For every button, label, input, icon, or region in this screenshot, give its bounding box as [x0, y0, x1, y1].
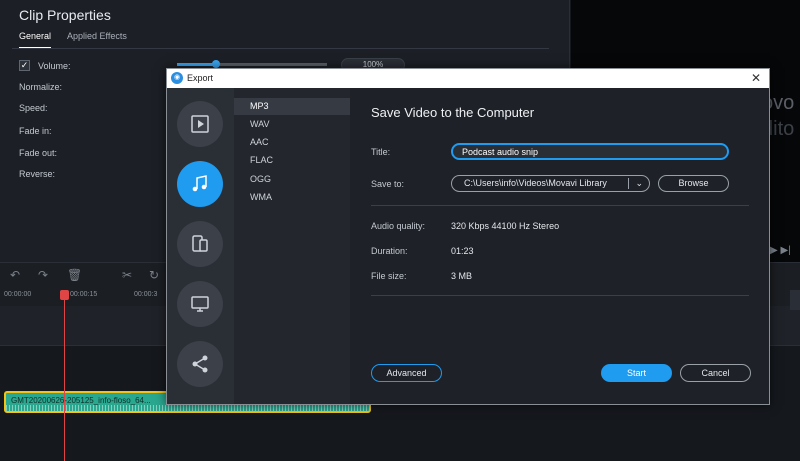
category-devices-button[interactable]: [177, 221, 223, 267]
timeline-scrollbar[interactable]: [790, 290, 800, 310]
audio-quality-label: Audio quality:: [371, 221, 426, 231]
ruler-tick: 00:00:3: [134, 291, 158, 298]
category-tv-button[interactable]: [177, 281, 223, 327]
undo-icon[interactable]: ↶: [10, 268, 20, 282]
tab-applied-effects[interactable]: Applied Effects: [67, 31, 127, 49]
category-audio-button[interactable]: [177, 161, 223, 207]
share-icon: [192, 355, 208, 373]
divider: [12, 48, 549, 49]
volume-label: Volume:: [38, 61, 71, 71]
format-list: MP3 WAV AAC FLAC OGG WMA: [234, 88, 350, 404]
dialog-titlebar: ◉ Export ✕: [167, 69, 769, 88]
category-video-button[interactable]: [177, 101, 223, 147]
ruler-tick: 00:00:00: [4, 291, 32, 298]
rotate-icon[interactable]: ↻: [149, 268, 159, 282]
reverse-label: Reverse:: [19, 169, 56, 179]
format-item-wav[interactable]: WAV: [234, 116, 350, 133]
advanced-button[interactable]: Advanced: [371, 364, 442, 382]
playhead-handle[interactable]: [60, 290, 69, 300]
playhead-line: [64, 290, 65, 461]
next-frame-icon[interactable]: ▶|: [780, 245, 790, 256]
music-note-icon: [192, 175, 207, 192]
start-button[interactable]: Start: [601, 364, 672, 382]
close-icon[interactable]: ✕: [751, 71, 761, 85]
play-icon[interactable]: ▶: [770, 245, 778, 256]
chevron-down-icon: ⌄: [635, 178, 643, 188]
format-item-aac[interactable]: AAC: [234, 134, 350, 151]
export-category-sidebar: [167, 88, 234, 404]
volume-slider-handle[interactable]: [212, 60, 220, 68]
volume-checkbox[interactable]: ✓: [19, 60, 30, 71]
devices-icon: [192, 235, 208, 252]
audio-quality-value: 320 Kbps 44100 Hz Stereo: [451, 221, 560, 231]
fade-in-label: Fade in:: [19, 126, 52, 136]
save-to-label: Save to:: [371, 179, 405, 189]
volume-slider-fill: [177, 63, 216, 66]
tab-general[interactable]: General: [19, 31, 52, 49]
format-item-flac[interactable]: FLAC: [234, 152, 350, 169]
redo-icon[interactable]: ↷: [38, 268, 48, 282]
app-window: Clip Properties General Applied Effects …: [0, 0, 800, 461]
audio-waveform: [6, 405, 369, 411]
duration-label: Duration:: [371, 246, 408, 256]
volume-slider[interactable]: [177, 63, 327, 66]
export-settings: Save Video to the Computer Title: Save t…: [350, 88, 769, 404]
save-to-path: C:\Users\info\Videos\Movavi Library: [464, 178, 607, 188]
file-size-value: 3 MB: [451, 271, 473, 281]
normalize-label: Normalize:: [19, 82, 63, 92]
title-label: Title:: [371, 147, 391, 157]
panel-title: Clip Properties: [19, 7, 111, 23]
dialog-title: Export: [187, 73, 214, 83]
properties-tabs: General Applied Effects: [19, 31, 127, 49]
trash-icon[interactable]: 🗑: [67, 268, 82, 282]
scissors-icon[interactable]: ✂: [122, 268, 132, 282]
ruler-tick: 00:00:15: [70, 291, 98, 298]
category-share-button[interactable]: [177, 341, 223, 387]
cancel-button[interactable]: Cancel: [680, 364, 751, 382]
fade-out-label: Fade out:: [19, 148, 58, 158]
divider: [371, 205, 749, 206]
play-icon: [191, 115, 209, 133]
select-divider: [628, 178, 629, 189]
save-to-select[interactable]: C:\Users\info\Videos\Movavi Library ⌄: [451, 175, 650, 192]
monitor-icon: [191, 296, 209, 312]
audio-clip-label: GMT20200626-205125_info-floso_64...: [11, 396, 151, 405]
movavi-logo-icon: ◉: [171, 72, 183, 84]
title-input[interactable]: [451, 143, 729, 160]
format-item-wma[interactable]: WMA: [234, 189, 350, 206]
preview-controls: ▶ ▶|: [770, 245, 791, 256]
export-heading: Save Video to the Computer: [371, 105, 535, 120]
format-item-mp3[interactable]: MP3: [234, 98, 350, 115]
file-size-label: File size:: [371, 271, 407, 281]
duration-value: 01:23: [451, 246, 474, 256]
speed-label: Speed:: [19, 103, 48, 113]
export-dialog: ◉ Export ✕ MP3 WAV AAC FLAC OGG WMA Save…: [166, 68, 770, 405]
format-item-ogg[interactable]: OGG: [234, 171, 350, 188]
divider: [371, 295, 749, 296]
browse-button[interactable]: Browse: [658, 175, 729, 192]
